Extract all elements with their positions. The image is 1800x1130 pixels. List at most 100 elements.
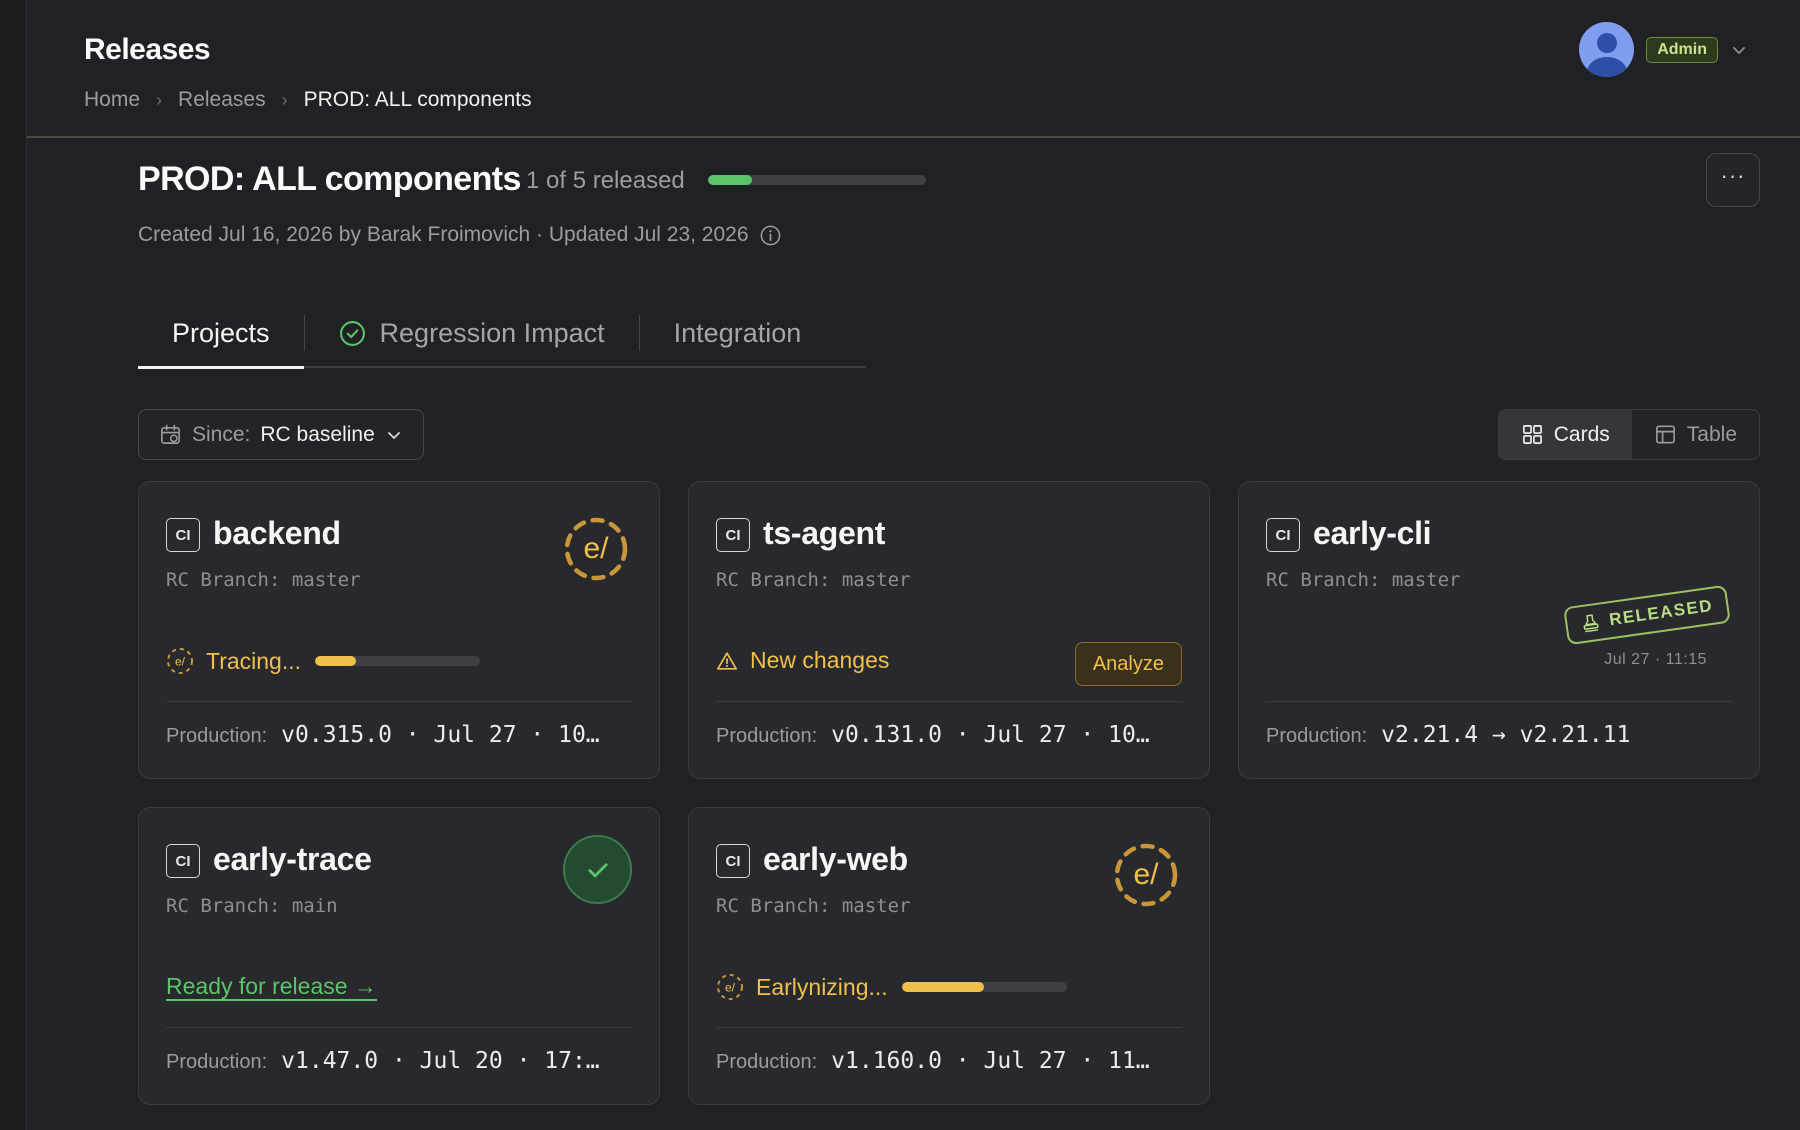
earlynizing-progress-bar	[901, 982, 1067, 992]
rc-branch: RC Branch: main	[166, 895, 338, 917]
status-label: Tracing...	[206, 647, 302, 674]
early-logo-icon: e/	[1114, 843, 1178, 907]
production-version: Production: v1.47.0 · Jul 20 · 17:…	[166, 1048, 634, 1074]
avatar[interactable]	[1579, 22, 1635, 77]
production-value: v0.315.0 · Jul 27 · 10…	[281, 722, 600, 748]
new-changes-status: New changes	[716, 647, 889, 674]
more-options-button[interactable]: ···	[1706, 153, 1760, 207]
production-version: Production: v0.315.0 · Jul 27 · 10…	[166, 722, 634, 748]
tracing-progress-bar	[315, 656, 481, 666]
user-head-shape	[1597, 33, 1618, 53]
project-card-early-cli[interactable]: CI early-cli RC Branch: master RELEASED …	[1238, 481, 1760, 779]
status-label: Ready for release →	[166, 973, 377, 999]
project-name[interactable]: early-web	[763, 841, 908, 878]
svg-text:e/: e/	[1133, 858, 1159, 891]
since-filter-dropdown[interactable]: Since: RC baseline	[138, 409, 424, 460]
breadcrumb: Home › Releases › PROD: ALL components	[84, 88, 532, 112]
tab-regression-impact[interactable]: Regression Impact	[305, 299, 639, 367]
tab-label: Integration	[673, 317, 802, 348]
production-label: Production:	[166, 725, 268, 747]
early-spinner-icon: e/	[717, 974, 743, 1000]
ci-badge: CI	[166, 844, 200, 878]
status-label: Earlynizing...	[756, 973, 888, 1000]
card-divider	[166, 1027, 632, 1028]
breadcrumb-current: PROD: ALL components	[303, 88, 532, 111]
release-progress-fill	[708, 175, 752, 185]
release-meta-text: Created Jul 16, 2026 by Barak Froimovich…	[138, 223, 749, 246]
release-progress-bar	[708, 175, 926, 185]
production-value: v1.47.0 · Jul 20 · 17:…	[281, 1048, 600, 1074]
production-value: v1.160.0 · Jul 27 · 11…	[831, 1048, 1150, 1074]
calendar-icon	[161, 424, 180, 444]
user-body-shape	[1587, 57, 1628, 77]
page-title: PROD: ALL components	[138, 160, 521, 198]
released-date: Jul 27 · 11:15	[1604, 651, 1707, 668]
rc-branch: RC Branch: master	[716, 895, 911, 917]
project-name[interactable]: ts-agent	[763, 515, 885, 552]
production-label: Production:	[716, 725, 818, 747]
check-circle-icon	[339, 320, 365, 346]
user-menu[interactable]: Admin	[1579, 22, 1748, 77]
ready-for-release-link[interactable]: Ready for release →	[166, 973, 377, 1000]
production-label: Production:	[1266, 725, 1368, 747]
tracing-status: e/ Tracing...	[166, 647, 481, 675]
released-stamp: RELEASED	[1563, 584, 1731, 646]
production-version: Production: v2.21.4 → v2.21.11	[1266, 722, 1734, 748]
chevron-down-icon	[387, 431, 400, 439]
check-icon	[587, 862, 608, 877]
tracing-progress-fill	[315, 656, 357, 666]
view-table-label: Table	[1686, 422, 1737, 446]
svg-text:e/: e/	[583, 532, 609, 565]
card-divider	[716, 1027, 1182, 1028]
app-title: Releases	[84, 33, 211, 66]
stamp-icon	[1584, 614, 1599, 633]
production-version: Production: v1.160.0 · Jul 27 · 11…	[716, 1048, 1184, 1074]
rc-branch: RC Branch: master	[166, 569, 361, 591]
breadcrumb-home[interactable]: Home	[84, 88, 140, 112]
project-card-early-trace[interactable]: CI early-trace RC Branch: main Ready for…	[138, 807, 660, 1105]
rc-branch: RC Branch: master	[716, 569, 911, 591]
grid-icon	[1522, 425, 1542, 444]
top-header: Releases Home › Releases › PROD: ALL com…	[27, 0, 1800, 138]
card-divider	[166, 701, 632, 702]
early-logo-icon: e/	[564, 517, 628, 581]
production-label: Production:	[716, 1051, 818, 1073]
view-cards-label: Cards	[1553, 422, 1610, 446]
production-value: v0.131.0 · Jul 27 · 10…	[831, 722, 1150, 748]
chevron-right-icon: ›	[156, 89, 163, 110]
project-name[interactable]: early-cli	[1313, 515, 1432, 552]
tab-integration[interactable]: Integration	[640, 299, 836, 367]
left-rail	[0, 0, 27, 1130]
table-icon	[1655, 425, 1675, 444]
svg-text:e/: e/	[175, 655, 186, 669]
project-name[interactable]: early-trace	[213, 841, 372, 878]
more-icon: ···	[1720, 163, 1746, 188]
ci-badge: CI	[716, 518, 750, 552]
rc-branch: RC Branch: master	[1266, 569, 1461, 591]
production-label: Production:	[166, 1051, 268, 1073]
view-toggle: Cards Table	[1497, 409, 1760, 460]
tab-label: Regression Impact	[379, 317, 605, 348]
release-count: 1 of 5 released	[526, 167, 685, 194]
breadcrumb-releases[interactable]: Releases	[178, 88, 266, 112]
ci-badge: CI	[1266, 518, 1300, 552]
analyze-button[interactable]: Analyze	[1074, 642, 1182, 686]
chevron-down-icon[interactable]	[1730, 41, 1748, 59]
tab-label: Projects	[172, 317, 270, 348]
project-card-early-web[interactable]: CI early-web RC Branch: master e/ e/ Ear…	[688, 807, 1210, 1105]
project-card-ts-agent[interactable]: CI ts-agent RC Branch: master New change…	[688, 481, 1210, 779]
view-cards-button[interactable]: Cards	[1498, 410, 1632, 459]
production-value: v2.21.4 → v2.21.11	[1381, 722, 1631, 748]
role-badge: Admin	[1646, 36, 1718, 63]
ready-check-badge	[563, 835, 632, 904]
info-icon[interactable]	[759, 224, 782, 247]
release-meta: Created Jul 16, 2026 by Barak Froimovich…	[138, 223, 782, 247]
card-divider	[1266, 701, 1732, 702]
project-card-backend[interactable]: CI backend RC Branch: master e/ e/ Traci…	[138, 481, 660, 779]
chevron-right-icon: ›	[281, 89, 288, 110]
early-spinner-icon: e/	[167, 648, 193, 674]
card-divider	[716, 701, 1182, 702]
tab-projects[interactable]: Projects	[138, 299, 304, 369]
view-table-button[interactable]: Table	[1632, 410, 1759, 459]
project-name[interactable]: backend	[213, 515, 341, 552]
